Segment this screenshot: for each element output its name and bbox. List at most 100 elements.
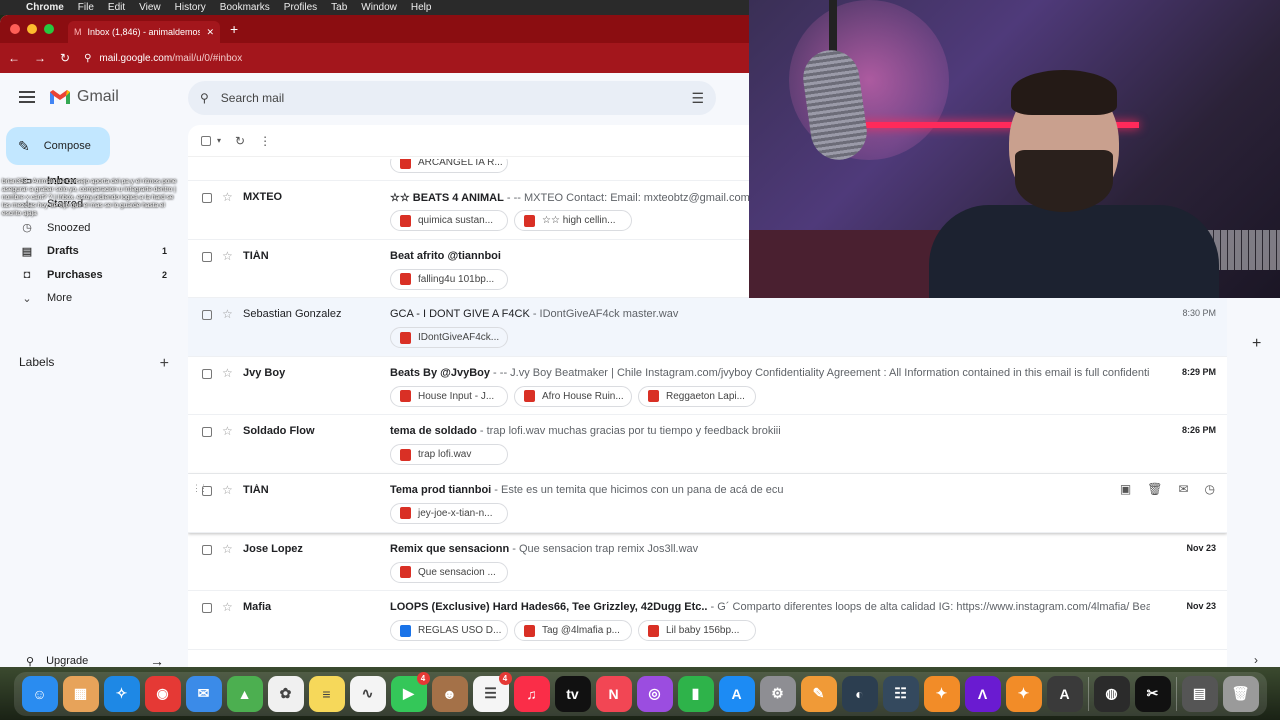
forward-icon[interactable]: → xyxy=(34,51,46,65)
sidebar-item-drafts[interactable]: ▤ Drafts 1 xyxy=(0,240,178,264)
menubar-help[interactable]: Help xyxy=(411,2,432,13)
add-addon-icon[interactable]: + xyxy=(1252,335,1261,353)
more-options-icon[interactable]: ⋮ xyxy=(259,134,271,148)
trash-icon[interactable]: 🗑 xyxy=(1222,675,1259,712)
select-dropdown-icon[interactable]: ▾ xyxy=(217,136,221,145)
launchpad-icon[interactable]: ▦ xyxy=(62,675,99,712)
menubar-app-name[interactable]: Chrome xyxy=(26,2,64,13)
browser-tab-inbox[interactable]: M Inbox (1,846) - animaldemos ✕ xyxy=(68,21,220,43)
star-icon[interactable]: ☆ xyxy=(222,600,233,614)
menubar-file[interactable]: File xyxy=(78,2,94,13)
row-checkbox[interactable] xyxy=(202,603,212,614)
delete-icon[interactable]: 🗑 xyxy=(1147,482,1162,496)
fl-studio-2-icon[interactable]: ✦ xyxy=(1005,675,1042,712)
star-icon[interactable]: ☆ xyxy=(222,542,233,556)
close-tab-icon[interactable]: ✕ xyxy=(206,27,214,38)
reminders-icon[interactable]: ☰ 4 xyxy=(472,671,512,712)
tv-icon[interactable]: tv xyxy=(554,675,591,712)
sidebar-item-snoozed[interactable]: ◷ Snoozed xyxy=(0,216,178,240)
star-icon[interactable]: ☆ xyxy=(222,249,233,263)
notes-icon[interactable]: ≡ xyxy=(308,675,345,712)
table-row[interactable]: ☆ Mafia LOOPS (Exclusive) Hard Hades66, Te… xyxy=(188,591,1227,650)
table-row[interactable]: ☆ Jose Lopez Remix que sensacionn - Que se… xyxy=(188,533,1227,592)
menubar-bookmarks[interactable]: Bookmarks xyxy=(220,2,270,13)
star-icon[interactable]: ☆ xyxy=(222,483,233,497)
attachment-chip[interactable]: IDontGiveAF4ck... xyxy=(390,327,508,349)
sidebar-item-purchases[interactable]: ◘ Purchases 2 xyxy=(0,263,178,287)
logic-icon[interactable]: ◐ xyxy=(841,675,878,712)
sidebar-item-more[interactable]: ⌄ More xyxy=(0,287,178,311)
arturia-icon[interactable]: Λ xyxy=(964,675,1001,712)
contacts-icon[interactable]: ☻ xyxy=(431,675,468,712)
add-label-icon[interactable]: + xyxy=(160,355,169,373)
attachment-chip[interactable]: Lil baby 156bp... xyxy=(638,620,756,642)
attachment-chip[interactable]: trap lofi.wav xyxy=(390,444,508,466)
expand-panel-icon[interactable]: › xyxy=(1254,653,1258,667)
attachment-chip[interactable]: ☆☆ high cellin... xyxy=(514,210,632,231)
snooze-icon[interactable]: ◷ xyxy=(1205,482,1215,496)
mark-read-icon[interactable]: ✉ xyxy=(1178,482,1188,496)
menubar-window[interactable]: Window xyxy=(361,2,397,13)
apogee-icon[interactable]: A xyxy=(1046,675,1083,712)
downloads-icon[interactable]: ▤ xyxy=(1181,675,1218,712)
zoom-window-button[interactable] xyxy=(44,24,54,34)
archive-icon[interactable]: ▣ xyxy=(1120,482,1131,496)
attachment-chip[interactable]: Tag @4lmafia p... xyxy=(514,620,632,642)
chrome-icon[interactable]: ◉ xyxy=(144,675,181,712)
mixer-icon[interactable]: ☷ xyxy=(882,675,919,712)
main-menu-icon[interactable] xyxy=(19,91,35,103)
facetime-icon[interactable]: ▶ 4 xyxy=(390,671,430,712)
attachment-chip[interactable]: jey-joe-x-tian-n... xyxy=(390,502,508,524)
search-bar[interactable]: ⚲ Search mail ☰ xyxy=(188,81,716,115)
menubar-edit[interactable]: Edit xyxy=(108,2,125,13)
attachment-chip[interactable]: quimica sustan... xyxy=(390,210,508,231)
reload-icon[interactable]: ↻ xyxy=(60,51,70,65)
music-icon[interactable]: ♫ xyxy=(513,675,550,712)
fl-studio-icon[interactable]: ✦ xyxy=(923,675,960,712)
back-icon[interactable]: ← xyxy=(8,51,20,65)
star-icon[interactable]: ☆ xyxy=(222,424,233,438)
mail-icon[interactable]: ✉ xyxy=(185,675,222,712)
capcut-icon[interactable]: ✂ xyxy=(1134,675,1171,712)
search-icon[interactable]: ⚲ xyxy=(200,91,209,105)
menubar-profiles[interactable]: Profiles xyxy=(284,2,317,13)
photos-icon[interactable]: ✿ xyxy=(267,675,304,712)
attachment-chip[interactable]: House Input - J... xyxy=(390,385,508,407)
attachment-chip[interactable]: Afro House Ruin... xyxy=(514,385,632,407)
row-checkbox[interactable] xyxy=(202,310,212,321)
attachment-chip[interactable]: REGLAS USO D... xyxy=(390,620,508,642)
select-all-checkbox[interactable] xyxy=(201,135,211,146)
menubar-tab[interactable]: Tab xyxy=(331,2,347,13)
upgrade-button[interactable]: ⚲ Upgrade → xyxy=(16,648,172,667)
freeform-icon[interactable]: ∿ xyxy=(349,675,386,712)
row-checkbox[interactable] xyxy=(202,485,212,496)
podcasts-icon[interactable]: ◎ xyxy=(636,675,673,712)
obs-icon[interactable]: ◍ xyxy=(1093,675,1130,712)
row-checkbox[interactable] xyxy=(202,544,212,555)
safari-icon[interactable]: ✧ xyxy=(103,675,140,712)
news-icon[interactable]: N xyxy=(595,675,632,712)
url-field[interactable]: ⚲ mail.google.com/mail/u/0/#inbox xyxy=(84,53,242,64)
row-checkbox[interactable] xyxy=(202,251,212,262)
site-info-icon[interactable]: ⚲ xyxy=(84,53,91,64)
row-checkbox[interactable] xyxy=(202,193,212,203)
menubar-history[interactable]: History xyxy=(175,2,206,13)
star-icon[interactable]: ☆ xyxy=(222,190,233,204)
minimize-window-button[interactable] xyxy=(27,24,37,34)
star-icon[interactable]: ☆ xyxy=(222,307,233,321)
maps-icon[interactable]: ▲ xyxy=(226,675,263,712)
pages-icon[interactable]: ✎ xyxy=(800,675,837,712)
new-tab-icon[interactable]: + xyxy=(230,21,238,37)
numbers-icon[interactable]: ▮ xyxy=(677,675,714,712)
table-row[interactable]: ⋮⋮ ☆ TIÁN Tema prod tiannboi - Este es un t… xyxy=(188,474,1227,533)
table-row[interactable]: ☆ Soldado Flow tema de soldado - trap lofi… xyxy=(188,415,1227,474)
table-row[interactable]: ☆ Sebastian Gonzalez GCA - I DONT GIVE A F… xyxy=(188,298,1227,357)
refresh-icon[interactable]: ↻ xyxy=(235,134,245,148)
row-checkbox[interactable] xyxy=(202,427,212,438)
close-window-button[interactable] xyxy=(10,24,20,34)
gmail-logo[interactable]: Gmail xyxy=(49,88,119,106)
row-checkbox[interactable] xyxy=(202,368,212,379)
finder-icon[interactable]: ☺ xyxy=(21,675,58,712)
table-row[interactable]: ☆ Jvy Boy Beats By @JvyBoy - -- J.vy Boy B… xyxy=(188,357,1227,416)
compose-button[interactable]: ✎ Compose xyxy=(6,127,110,165)
